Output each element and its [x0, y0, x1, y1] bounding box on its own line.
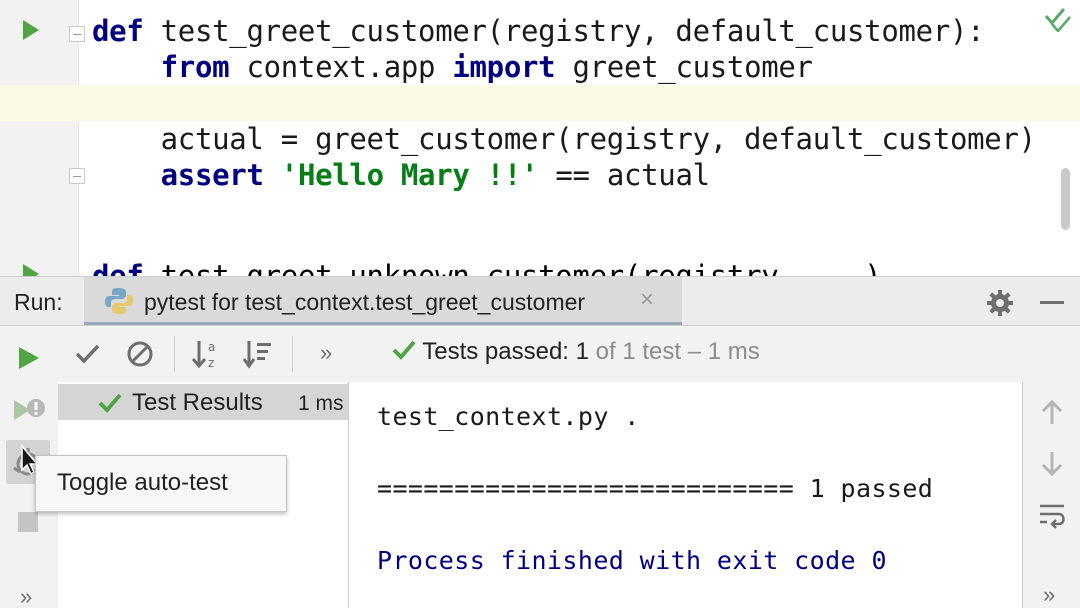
show-passed-icon[interactable] — [72, 338, 104, 370]
minimize-icon[interactable] — [1040, 301, 1064, 304]
svg-text:z: z — [208, 356, 214, 370]
tree-root-label: Test Results — [132, 389, 263, 416]
arrow-down-icon[interactable] — [1039, 450, 1065, 483]
more-chevron-icon[interactable]: » — [20, 584, 32, 610]
code-line[interactable]: assert 'Hello Mary !!' == actual — [92, 157, 710, 193]
run-tab-title: pytest for test_context.test_greet_custo… — [144, 289, 586, 315]
inspection-ok-icon[interactable] — [1044, 6, 1072, 37]
tooltip-text: Toggle auto-test — [57, 469, 228, 496]
code-text: == actual — [538, 158, 710, 192]
tests-passed-count: Tests passed: 1 — [422, 338, 589, 365]
run-test-gutter-icon[interactable] — [20, 262, 42, 276]
tree-root-time: 1 ms — [298, 392, 344, 415]
run-test-gutter-icon[interactable] — [20, 18, 42, 47]
gear-icon[interactable] — [986, 289, 1014, 322]
run-panel-header: Run: pytest for test_context.test_greet_… — [0, 276, 1080, 326]
passed-check-icon — [392, 340, 416, 360]
code-keyword: from — [160, 50, 230, 84]
toggle-auto-test-tooltip: Toggle auto-test — [35, 455, 287, 512]
console-line: =========================== 1 passed — [377, 474, 934, 503]
code-line[interactable]: def test_greet_customer(registry, defaul… — [92, 13, 985, 49]
passed-check-icon — [98, 392, 122, 419]
code-keyword: def — [92, 14, 144, 48]
code-text: actual = greet_customer(registry, defaul… — [92, 122, 1036, 156]
code-line[interactable]: from context.app import greet_customer — [92, 49, 813, 85]
console-output[interactable]: test_context.py . =======================… — [350, 382, 1022, 608]
tab-pytest-run[interactable]: pytest for test_context.test_greet_custo… — [84, 277, 682, 325]
toolbar-separator — [292, 336, 293, 372]
console-line: Process finished with exit code 0 — [377, 546, 887, 575]
console-line: test_context.py . — [377, 402, 640, 431]
code-keyword: assert — [160, 158, 264, 192]
test-runner-toolbar: az » Tests passed: 1 of 1 test – 1 ms — [58, 326, 1080, 383]
code-text: context.app — [229, 50, 453, 84]
console-right-toolbar: » — [1022, 382, 1080, 608]
toolbar-separator — [174, 336, 175, 372]
soft-wrap-icon[interactable] — [1037, 500, 1067, 535]
arrow-up-icon[interactable] — [1039, 398, 1065, 431]
current-line-highlight — [0, 85, 1080, 121]
run-label: Run: — [14, 289, 63, 315]
code-text: greet_customer — [555, 50, 813, 84]
more-chevron-icon[interactable]: » — [320, 340, 332, 366]
python-icon — [104, 286, 134, 321]
tree-row-test-results[interactable]: Test Results 1 ms — [58, 384, 348, 420]
stop-icon[interactable] — [18, 512, 38, 532]
tab-close-icon[interactable]: × — [640, 286, 654, 314]
next-function-partial: def test_greet_unknown_customer(registry… — [92, 259, 882, 276]
show-ignored-icon[interactable] — [124, 338, 156, 370]
code-string: 'Hello Mary !!' — [280, 158, 539, 192]
editor-scrollbar[interactable] — [1061, 168, 1070, 230]
code-editor[interactable]: def test_greet_customer(registry, defaul… — [0, 0, 1080, 276]
fold-marker-icon[interactable] — [69, 168, 85, 184]
rerun-failed-tests-icon[interactable] — [12, 394, 45, 426]
sort-by-duration-icon[interactable] — [242, 338, 274, 370]
fold-marker-icon[interactable] — [69, 26, 85, 42]
code-keyword: import — [452, 50, 556, 84]
svg-text:a: a — [208, 340, 215, 354]
tests-total: of 1 test – 1 ms — [589, 338, 760, 365]
more-chevron-icon[interactable]: » — [1043, 582, 1055, 608]
code-line[interactable]: actual = greet_customer(registry, defaul… — [92, 121, 1036, 157]
sort-alphabetically-icon[interactable]: az — [190, 338, 222, 370]
tests-status: Tests passed: 1 of 1 test – 1 ms — [392, 338, 760, 366]
rerun-icon[interactable] — [12, 342, 44, 374]
code-text: test_greet_customer(registry, default_cu… — [143, 14, 985, 48]
